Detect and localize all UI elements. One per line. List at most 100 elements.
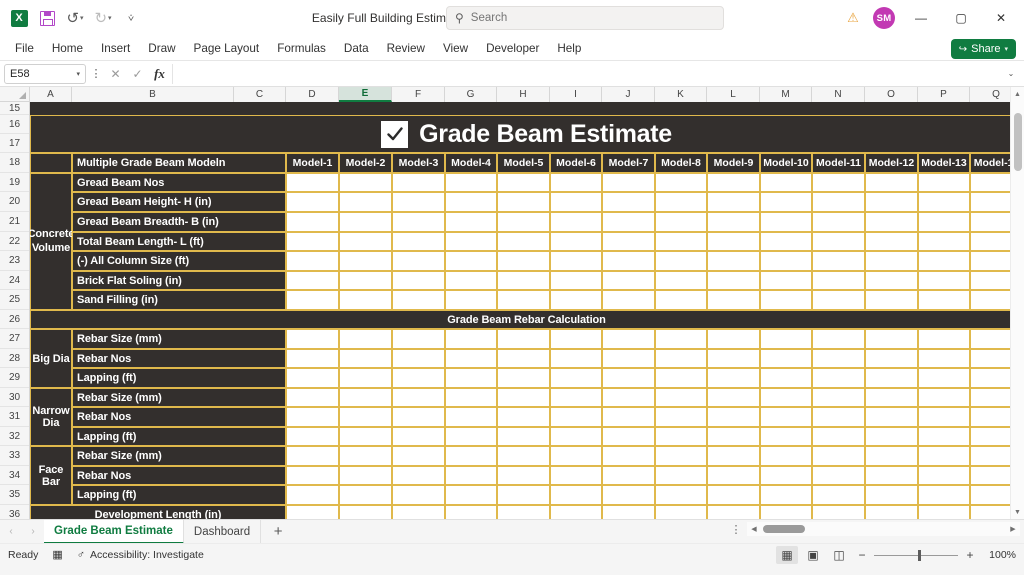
data-cell[interactable] (339, 349, 392, 368)
data-cell[interactable] (497, 212, 550, 232)
data-cell[interactable] (497, 290, 550, 310)
column-header-O[interactable]: O (865, 87, 918, 102)
zoom-slider[interactable] (874, 555, 958, 556)
data-cell[interactable] (286, 232, 339, 251)
data-cell[interactable] (286, 427, 339, 446)
tab-split-handle[interactable]: ⋮ (730, 523, 742, 536)
column-header-H[interactable]: H (497, 87, 550, 102)
data-cell[interactable] (286, 290, 339, 310)
ribbon-tab-help[interactable]: Help (548, 39, 590, 58)
data-cell[interactable] (286, 271, 339, 290)
search-input[interactable] (471, 12, 715, 24)
data-cell[interactable] (445, 251, 497, 271)
data-cell[interactable] (339, 232, 392, 251)
data-cell[interactable] (445, 427, 497, 446)
data-cell[interactable] (918, 271, 970, 290)
data-cell[interactable] (286, 446, 339, 466)
scroll-up-arrow-icon[interactable]: ▲ (1011, 87, 1024, 101)
column-header-G[interactable]: G (445, 87, 497, 102)
data-cell[interactable] (812, 173, 865, 192)
data-cell[interactable] (812, 192, 865, 212)
data-cell[interactable] (655, 407, 707, 427)
data-cell[interactable] (339, 173, 392, 192)
data-cell[interactable] (550, 505, 602, 519)
data-cell[interactable] (812, 271, 865, 290)
row-header-24[interactable]: 24 (0, 271, 29, 290)
data-cell[interactable] (760, 368, 812, 388)
data-cell[interactable] (865, 349, 918, 368)
sheet-tab-dashboard[interactable]: Dashboard (184, 520, 261, 544)
customize-qat-button[interactable]: ⩒ (118, 6, 144, 30)
data-cell[interactable] (865, 192, 918, 212)
row-header-17[interactable]: 17 (0, 134, 29, 153)
data-cell[interactable] (339, 446, 392, 466)
data-cell[interactable] (286, 212, 339, 232)
data-cell[interactable] (655, 329, 707, 349)
data-cell[interactable] (655, 232, 707, 251)
data-cell[interactable] (286, 329, 339, 349)
data-cell[interactable] (497, 271, 550, 290)
data-cell[interactable] (445, 192, 497, 212)
data-cell[interactable] (445, 485, 497, 505)
data-cell[interactable] (865, 407, 918, 427)
data-cell[interactable] (445, 232, 497, 251)
data-cell[interactable] (812, 485, 865, 505)
data-cell[interactable] (550, 368, 602, 388)
data-cell[interactable] (865, 466, 918, 485)
data-cell[interactable] (497, 446, 550, 466)
data-cell[interactable] (445, 271, 497, 290)
data-cell[interactable] (445, 407, 497, 427)
data-cell[interactable] (918, 290, 970, 310)
ribbon-tab-page-layout[interactable]: Page Layout (185, 39, 269, 58)
row-header-18[interactable]: 18 (0, 153, 29, 173)
record-macro-button[interactable]: ▦ (52, 548, 62, 561)
data-cell[interactable] (707, 485, 760, 505)
data-cell[interactable] (286, 407, 339, 427)
data-cell[interactable] (760, 173, 812, 192)
data-cell[interactable] (655, 427, 707, 446)
data-cell[interactable] (707, 349, 760, 368)
insert-function-icon[interactable]: fx (150, 64, 169, 84)
row-header-15[interactable]: 15 (0, 102, 29, 115)
zoom-slider-thumb[interactable] (918, 550, 921, 561)
data-cell[interactable] (602, 271, 655, 290)
data-cell[interactable] (760, 271, 812, 290)
data-cell[interactable] (812, 232, 865, 251)
column-header-P[interactable]: P (918, 87, 970, 102)
data-cell[interactable] (339, 290, 392, 310)
data-cell[interactable] (550, 329, 602, 349)
row-header-36[interactable]: 36 (0, 505, 29, 519)
data-cell[interactable] (339, 192, 392, 212)
column-header-C[interactable]: C (234, 87, 286, 102)
data-cell[interactable] (918, 485, 970, 505)
data-cell[interactable] (602, 329, 655, 349)
data-cell[interactable] (497, 329, 550, 349)
data-cell[interactable] (339, 251, 392, 271)
page-layout-view-button[interactable]: ▣ (802, 546, 824, 564)
data-cell[interactable] (550, 290, 602, 310)
data-cell[interactable] (497, 173, 550, 192)
data-cell[interactable] (392, 192, 445, 212)
data-cell[interactable] (550, 192, 602, 212)
data-cell[interactable] (392, 329, 445, 349)
data-cell[interactable] (655, 290, 707, 310)
data-cell[interactable] (550, 388, 602, 407)
data-cell[interactable] (392, 212, 445, 232)
data-cell[interactable] (655, 466, 707, 485)
data-cell[interactable] (918, 251, 970, 271)
formula-bar-options[interactable]: ⋮ (89, 67, 103, 80)
data-cell[interactable] (918, 192, 970, 212)
data-cell[interactable] (707, 290, 760, 310)
normal-view-button[interactable]: ▦ (776, 546, 798, 564)
data-cell[interactable] (707, 466, 760, 485)
data-cell[interactable] (707, 388, 760, 407)
data-cell[interactable] (602, 251, 655, 271)
zoom-in-button[interactable]: + (962, 548, 978, 562)
data-cell[interactable] (339, 485, 392, 505)
data-cell[interactable] (339, 427, 392, 446)
data-cell[interactable] (655, 505, 707, 519)
data-cell[interactable] (812, 427, 865, 446)
data-cell[interactable] (286, 173, 339, 192)
name-box[interactable]: E58 ▾ (4, 64, 86, 84)
data-cell[interactable] (602, 388, 655, 407)
